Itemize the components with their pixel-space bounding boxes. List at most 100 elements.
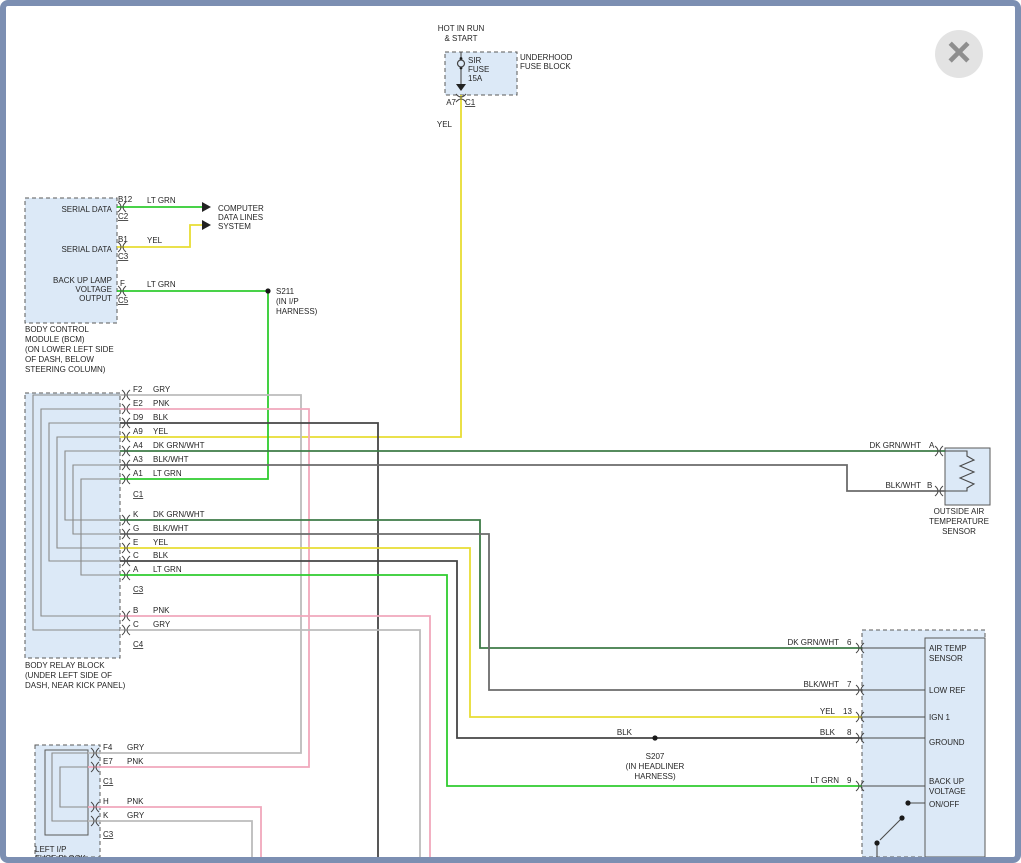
label: S207 <box>646 752 665 761</box>
label: BLK <box>820 728 836 737</box>
label: COMPUTER <box>218 204 264 213</box>
label: FUSE <box>468 65 489 74</box>
label: MODULE (BCM) <box>25 335 85 344</box>
label: BLK/WHT <box>153 524 189 533</box>
label: GRY <box>127 811 145 820</box>
label: SIR <box>468 56 482 65</box>
label: DASH, NEAR KICK PANEL) <box>25 681 126 690</box>
label: YEL <box>820 707 836 716</box>
label: OUTPUT <box>79 294 112 303</box>
label: D9 <box>133 413 144 422</box>
label: FUSE BLOCK <box>35 854 86 863</box>
label: A <box>929 441 935 450</box>
label: VOLTAGE <box>929 787 966 796</box>
splice-dot <box>265 288 270 293</box>
label: B <box>927 481 932 490</box>
wire-blk-d9-down <box>120 423 378 863</box>
label: GRY <box>127 743 145 752</box>
label: B <box>133 606 138 615</box>
label: A <box>133 565 139 574</box>
close-icon: × <box>947 31 972 73</box>
ac-control-inner-box <box>925 638 985 857</box>
label: BLK/WHT <box>885 481 921 490</box>
wire-gry-k-down <box>88 821 252 863</box>
label: 15A <box>468 74 483 83</box>
splice-dot <box>874 840 879 845</box>
arrow-icon <box>202 202 211 212</box>
label: (UNDER LEFT SIDE OF <box>25 671 112 680</box>
wire-blkwht-a3-oat <box>120 465 945 491</box>
label: K <box>103 811 109 820</box>
label: LT GRN <box>147 280 176 289</box>
label: YEL <box>153 538 169 547</box>
label: E7 <box>103 757 113 766</box>
splice-dot <box>905 800 910 805</box>
label: YEL <box>437 120 453 129</box>
label: F4 <box>103 743 113 752</box>
arrow-icon <box>202 220 211 230</box>
wire-pnk-h-down <box>88 807 261 863</box>
label: C1 <box>103 777 114 786</box>
label: BLK <box>153 413 169 422</box>
body-control-module-box <box>25 198 117 323</box>
label: PNK <box>153 606 170 615</box>
label: PNK <box>153 399 170 408</box>
label: IGN 1 <box>929 713 950 722</box>
label: LOW REF <box>929 686 966 695</box>
label: BACK UP LAMP <box>53 276 112 285</box>
label: C <box>133 551 139 560</box>
label: UNDERHOOD <box>520 53 573 62</box>
label: C2 <box>118 212 129 221</box>
label: SERIAL DATA <box>61 205 112 214</box>
label: LT GRN <box>810 776 839 785</box>
label: LEFT I/P <box>35 845 66 854</box>
label: C3 <box>133 585 144 594</box>
label: PNK <box>127 797 144 806</box>
label: A3 <box>133 455 143 464</box>
wiring-diagram: HOT IN RUN& STARTSIRFUSE15AUNDERHOODFUSE… <box>0 0 1021 863</box>
label: BODY RELAY BLOCK <box>25 661 105 670</box>
label: GROUND <box>929 738 965 747</box>
label: HARNESS) <box>276 307 318 316</box>
label: K <box>133 510 139 519</box>
label: B12 <box>118 195 133 204</box>
wire-ltgrn-a-pin9 <box>120 575 862 786</box>
label: VOLTAGE <box>75 285 112 294</box>
label: DK GRN/WHT <box>153 510 205 519</box>
label: HARNESS) <box>634 772 676 781</box>
label: YEL <box>147 236 163 245</box>
label: ON/OFF <box>929 800 959 809</box>
label: SENSOR <box>929 654 963 663</box>
splice-dot <box>899 815 904 820</box>
label: A9 <box>133 427 143 436</box>
label: 13 <box>843 707 852 716</box>
label: BLK/WHT <box>153 455 189 464</box>
label: 8 <box>847 728 852 737</box>
label: BODY CONTROL <box>25 325 89 334</box>
label: OF DASH, BELOW <box>25 355 94 364</box>
label: 9 <box>847 776 852 785</box>
label: E2 <box>133 399 143 408</box>
label: F2 <box>133 385 143 394</box>
label: AIR TEMP <box>929 644 967 653</box>
label: C1 <box>133 490 144 499</box>
label: YEL <box>153 427 169 436</box>
label: H <box>103 797 109 806</box>
wire-pnk-b-down <box>120 616 430 863</box>
label: F <box>120 279 125 288</box>
label: B1 <box>118 235 128 244</box>
label: C1 <box>465 98 476 107</box>
label: OUTSIDE AIR <box>934 507 985 516</box>
label: LT GRN <box>153 565 182 574</box>
label: C4 <box>133 640 144 649</box>
label: G <box>133 524 139 533</box>
close-button[interactable]: × <box>935 30 983 78</box>
label: A4 <box>133 441 143 450</box>
label: LT GRN <box>147 196 176 205</box>
label: PNK <box>127 757 144 766</box>
splice-dot <box>652 735 657 740</box>
label: DATA LINES <box>218 213 263 222</box>
label: BLK <box>617 728 633 737</box>
label: DK GRN/WHT <box>869 441 921 450</box>
label: LT GRN <box>153 469 182 478</box>
